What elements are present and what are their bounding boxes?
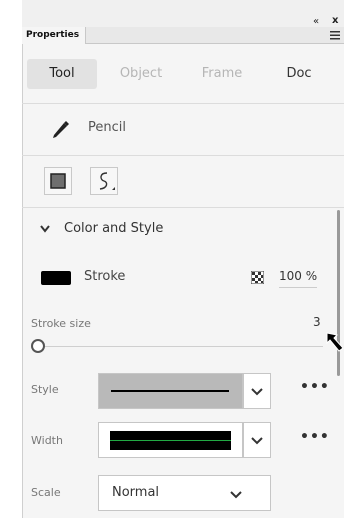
tab-properties-label: Properties xyxy=(26,30,80,40)
stroke-size-slider-track[interactable] xyxy=(40,346,323,347)
tab-frame[interactable]: Frame xyxy=(187,59,257,89)
scale-dropdown[interactable]: Normal xyxy=(98,475,271,511)
pencil-icon xyxy=(53,121,69,138)
divider xyxy=(22,155,344,156)
mouse-cursor-icon xyxy=(326,332,344,352)
chevron-down-icon[interactable] xyxy=(40,225,50,233)
chevron-down-icon xyxy=(251,437,263,445)
stroke-size-slider-handle[interactable] xyxy=(31,339,45,353)
close-panel-button[interactable]: x xyxy=(332,15,338,26)
tab-doc[interactable]: Doc xyxy=(264,59,334,89)
chevron-down-icon xyxy=(251,388,263,396)
panel-title-strip xyxy=(22,0,344,28)
object-drawing-button[interactable] xyxy=(44,167,72,195)
width-more-button[interactable]: ••• xyxy=(300,429,330,445)
divider xyxy=(22,103,344,104)
tab-object[interactable]: Object xyxy=(106,59,176,89)
style-dropdown-arrow[interactable] xyxy=(243,373,271,409)
tab-tool[interactable]: Tool xyxy=(27,59,97,89)
divider xyxy=(22,207,344,208)
chevron-down-icon xyxy=(230,491,242,499)
scale-label: Scale xyxy=(31,486,61,499)
stroke-alpha-value[interactable]: 100 % xyxy=(279,269,318,288)
section-title[interactable]: Color and Style xyxy=(64,221,163,236)
tool-name: Pencil xyxy=(88,120,126,135)
width-dropdown[interactable] xyxy=(98,422,243,458)
pencil-mode-button[interactable] xyxy=(90,167,118,195)
stroke-size-label: Stroke size xyxy=(31,317,91,330)
width-label: Width xyxy=(31,434,63,447)
stroke-label: Stroke xyxy=(84,269,126,284)
stroke-style-solid-preview xyxy=(111,390,229,392)
stroke-size-value[interactable]: 3 xyxy=(313,315,321,329)
alpha-checker-icon xyxy=(251,271,264,284)
style-dropdown[interactable] xyxy=(98,373,243,409)
object-drawing-icon xyxy=(50,173,66,189)
tab-properties[interactable]: Properties xyxy=(22,27,86,44)
style-more-button[interactable]: ••• xyxy=(300,379,330,395)
pencil-mode-smooth-icon xyxy=(99,172,115,190)
collapse-panel-button[interactable]: « xyxy=(313,16,319,27)
width-profile-centerline xyxy=(110,440,231,441)
style-label: Style xyxy=(31,383,59,396)
stroke-color-swatch[interactable] xyxy=(41,271,71,285)
scale-value: Normal xyxy=(112,485,160,500)
hamburger-icon[interactable] xyxy=(330,31,340,40)
width-dropdown-arrow[interactable] xyxy=(243,422,271,458)
